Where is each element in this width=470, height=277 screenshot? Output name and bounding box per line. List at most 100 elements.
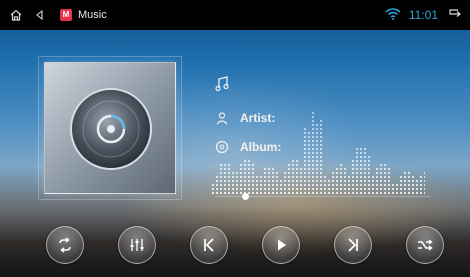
spectrum-dot (355, 151, 359, 155)
spectrum-dot (387, 175, 391, 179)
spectrum-dot (243, 183, 247, 187)
spectrum-dot (299, 179, 303, 183)
spectrum-dot (247, 171, 251, 175)
progress-knob[interactable] (241, 193, 249, 200)
spectrum-dot (395, 183, 399, 187)
spectrum-dot (351, 171, 355, 175)
spectrum-dot (315, 179, 319, 183)
spectrum-dot (271, 179, 275, 183)
shuffle-button[interactable] (406, 226, 444, 264)
play-button[interactable] (262, 226, 300, 264)
spectrum-dot (367, 175, 371, 179)
spectrum-dot (295, 191, 299, 195)
spectrum-dot (247, 163, 251, 167)
previous-icon (204, 238, 214, 252)
spectrum-dot (367, 171, 371, 175)
spectrum-dot (311, 151, 315, 155)
spectrum-dot (219, 191, 223, 195)
spectrum-dot (339, 191, 343, 195)
spectrum-dot (307, 155, 311, 159)
spectrum-dot (359, 151, 363, 155)
spectrum-dot (287, 179, 291, 183)
previous-button[interactable] (190, 226, 228, 264)
spectrum-dot (311, 179, 315, 183)
spectrum-dot (219, 163, 223, 167)
spectrum-dot (311, 111, 315, 115)
spectrum-dot (367, 167, 371, 171)
spectrum-dot (375, 167, 379, 171)
return-icon[interactable] (446, 8, 462, 23)
spectrum-dot (351, 183, 355, 187)
song-title-row (214, 76, 240, 92)
spectrum-dot (311, 163, 315, 167)
spectrum-dot (323, 179, 327, 183)
spectrum-dot (347, 183, 351, 187)
spectrum-dot (215, 175, 219, 179)
spectrum-dot (363, 167, 367, 171)
spectrum-dot (387, 187, 391, 191)
spectrum-dot (223, 171, 227, 175)
spectrum-dot (403, 171, 407, 175)
home-icon[interactable] (8, 7, 24, 23)
clock: 11:01 (408, 8, 438, 22)
spectrum-dot (403, 183, 407, 187)
spectrum-dot (363, 191, 367, 195)
spectrum-dot (307, 163, 311, 167)
spectrum-dot (247, 175, 251, 179)
spectrum-dot (335, 167, 339, 171)
spectrum-dot (271, 171, 275, 175)
spectrum-dot (331, 183, 335, 187)
spectrum-dot (295, 163, 299, 167)
spectrum-dot (359, 175, 363, 179)
spectrum-dot (375, 171, 379, 175)
spectrum-dot (315, 187, 319, 191)
spectrum-dot (303, 179, 307, 183)
spectrum-dot (363, 151, 367, 155)
spectrum-dot (259, 179, 263, 183)
spectrum-dot (299, 167, 303, 171)
spectrum-dot (315, 127, 319, 131)
spectrum-dot (239, 171, 243, 175)
spectrum-dot (319, 119, 323, 123)
spectrum-dot (319, 143, 323, 147)
next-button[interactable] (334, 226, 372, 264)
spectrum-dot (219, 179, 223, 183)
spectrum-dot (411, 175, 415, 179)
spectrum-dot (391, 191, 395, 195)
spectrum-dot (399, 179, 403, 183)
spectrum-dot (423, 179, 425, 183)
spectrum-dot (363, 183, 367, 187)
spectrum-dot (227, 163, 231, 167)
spectrum-dot (251, 191, 255, 195)
spectrum-dot (299, 171, 303, 175)
spectrum-dot (263, 171, 267, 175)
spectrum-dot (319, 123, 323, 127)
spectrum-dot (355, 155, 359, 159)
spectrum-dot (235, 191, 239, 195)
spectrum-dot (259, 187, 263, 191)
spectrum-dot (367, 163, 371, 167)
equalizer-button[interactable] (118, 226, 156, 264)
spectrum-dot (267, 183, 271, 187)
spectrum-dot (303, 187, 307, 191)
repeat-button[interactable] (46, 226, 84, 264)
back-icon[interactable] (32, 7, 48, 23)
spectrum-dot (331, 187, 335, 191)
spectrum-dot (359, 159, 363, 163)
spectrum-dot (231, 171, 235, 175)
spectrum-dot (239, 187, 243, 191)
spectrum-dot (239, 179, 243, 183)
spectrum-dot (295, 183, 299, 187)
spectrum-dot (379, 183, 383, 187)
spectrum-dot (315, 143, 319, 147)
spectrum-dot (407, 171, 411, 175)
spectrum-dot (355, 179, 359, 183)
spectrum-dot (375, 183, 379, 187)
spectrum-dot (235, 175, 239, 179)
spectrum-dot (331, 175, 335, 179)
spectrum-dot (415, 187, 419, 191)
spectrum-dot (335, 171, 339, 175)
spectrum-dot (331, 171, 335, 175)
spectrum-dot (303, 167, 307, 171)
spectrum-dot (227, 175, 231, 179)
